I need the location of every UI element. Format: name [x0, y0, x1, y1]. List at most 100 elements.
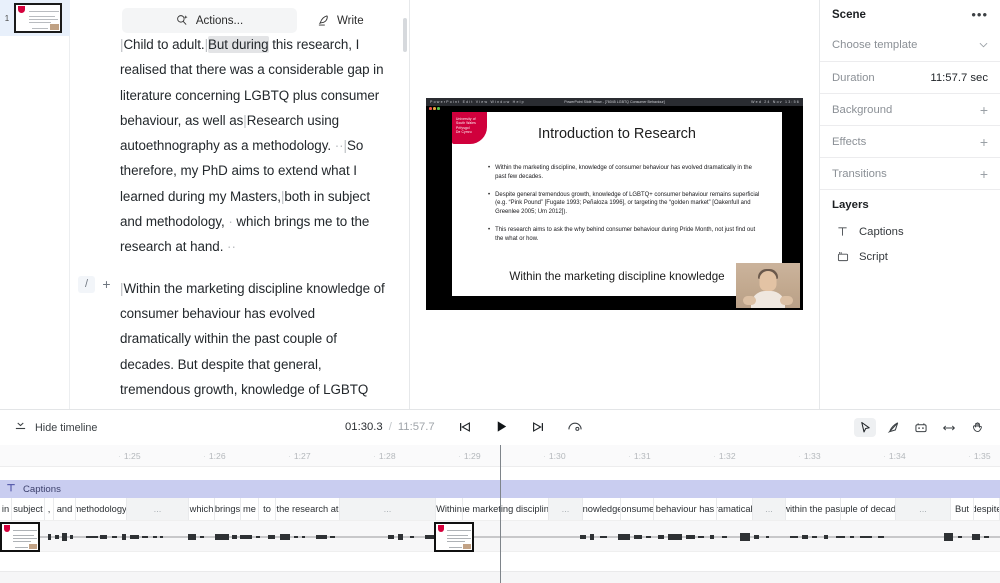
- webcam-overlay: [736, 263, 800, 308]
- text-t-icon: [6, 483, 16, 495]
- caption-word-chip[interactable]: behaviour has: [654, 498, 717, 520]
- ruler-tick: ·1:35: [968, 451, 991, 461]
- caption-word-chip[interactable]: knowledge,: [583, 498, 621, 520]
- time-separator: /: [389, 421, 392, 433]
- loop-button[interactable]: [567, 419, 583, 434]
- video-preview-pane: PowerPoint Edit View Window Help PowerPo…: [410, 0, 820, 410]
- add-block-button[interactable]: +: [98, 276, 115, 293]
- bullet-dot-icon: •: [488, 226, 490, 243]
- timeline-slide-thumbnail[interactable]: [0, 522, 40, 552]
- ruler-tick: ·1:29: [458, 451, 481, 461]
- transcript-line: Child to adult.: [123, 37, 204, 52]
- play-button[interactable]: [494, 419, 509, 434]
- hand-tool[interactable]: [966, 418, 988, 437]
- caption-word-chip[interactable]: and: [54, 498, 76, 520]
- duration-value: 11:57.7 sec: [930, 72, 988, 84]
- caption-word-chip[interactable]: couple of decades: [841, 498, 896, 520]
- caption-word-chip[interactable]: within the past: [786, 498, 841, 520]
- ruler-tick: ·1:30: [543, 451, 566, 461]
- mini-logo-icon: [18, 6, 25, 13]
- effects-label: Effects: [832, 136, 866, 148]
- transcript-editor-pane: Actions... Write: [70, 0, 410, 410]
- slide-thumbnail-1[interactable]: 1: [0, 0, 70, 36]
- skip-to-end-button[interactable]: [531, 420, 545, 434]
- caption-word-chip[interactable]: consumer: [621, 498, 654, 520]
- caption-word-chip[interactable]: in: [0, 498, 12, 520]
- caption-word-chip[interactable]: methodology,: [76, 498, 127, 520]
- caption-word-chip[interactable]: But: [951, 498, 974, 520]
- caption-word-chip[interactable]: brings: [215, 498, 241, 520]
- caption-gap-chip[interactable]: ...: [127, 498, 189, 520]
- layer-item-script[interactable]: Script: [820, 244, 1000, 269]
- add-transitions-icon[interactable]: +: [980, 166, 988, 182]
- add-background-icon[interactable]: +: [980, 102, 988, 118]
- ruler-tick: ·1:31: [628, 451, 651, 461]
- editor-scrollbar[interactable]: [403, 18, 407, 52]
- mac-status-items: Wed 24 Nov 13:56: [751, 100, 800, 104]
- ruler-tick: ·1:33: [798, 451, 821, 461]
- caption-word-chip[interactable]: me: [241, 498, 259, 520]
- slide-bullet: • This research aims to ask the why behi…: [488, 226, 760, 243]
- mini-webcam: [50, 24, 59, 30]
- timeline-slide-thumbnail[interactable]: [434, 522, 474, 552]
- chevron-down-icon: [979, 40, 988, 51]
- ruler-tick: ·1:25: [118, 451, 141, 461]
- write-button[interactable]: Write: [311, 10, 370, 31]
- slide-bullet-list: • Within the marketing discipline, knowl…: [488, 164, 760, 253]
- trim-tool[interactable]: [910, 418, 932, 437]
- effects-row[interactable]: Effects +: [820, 125, 1000, 157]
- transcript-paragraph[interactable]: / + |Within the marketing discipline kno…: [70, 276, 410, 402]
- playhead[interactable]: [500, 445, 501, 583]
- hide-timeline-button[interactable]: Hide timeline: [14, 420, 97, 435]
- magic-wand-icon: [176, 14, 189, 27]
- transcript-highlight: But during: [208, 36, 269, 53]
- actions-button[interactable]: Actions...: [122, 8, 297, 33]
- caption-word-chip[interactable]: ,: [45, 498, 54, 520]
- choose-template-row[interactable]: Choose template: [820, 29, 1000, 61]
- transcript-body[interactable]: |Child to adult.|But during this researc…: [70, 32, 410, 410]
- skip-to-start-button[interactable]: [458, 420, 472, 434]
- caption-word-chip[interactable]: Within: [436, 498, 463, 520]
- slice-tool[interactable]: [882, 418, 904, 437]
- editor-toolbar: Actions... Write: [122, 8, 370, 33]
- slide-strip: 1: [0, 0, 70, 410]
- caption-word-chip[interactable]: the research at: [276, 498, 340, 520]
- resize-tool[interactable]: [938, 418, 960, 437]
- slide-preview[interactable]: PowerPoint Edit View Window Help PowerPo…: [426, 98, 803, 310]
- caption-gap-chip[interactable]: ...: [340, 498, 436, 520]
- duration-label: Duration: [832, 72, 875, 84]
- caption-word-chip[interactable]: which: [189, 498, 215, 520]
- caption-word-chip[interactable]: to: [259, 498, 276, 520]
- background-row[interactable]: Background +: [820, 93, 1000, 125]
- video-editor-app: 1: [0, 0, 1000, 583]
- slash-command-button[interactable]: /: [78, 276, 95, 293]
- thumb-logo-icon: [438, 525, 444, 532]
- caption-word-chip[interactable]: dramatically: [717, 498, 753, 520]
- timeline-tools: [854, 418, 988, 437]
- caption-word-chip[interactable]: despite: [974, 498, 1000, 520]
- caption-gap-chip[interactable]: ...: [896, 498, 951, 520]
- choose-template-label: Choose template: [832, 39, 917, 51]
- select-tool[interactable]: [854, 418, 876, 437]
- layer-item-captions[interactable]: Captions: [820, 219, 1000, 244]
- caption-gap-chip[interactable]: ...: [549, 498, 583, 520]
- transcript-paragraph[interactable]: |Child to adult.|But during this researc…: [70, 32, 410, 260]
- timecode-display: 01:30.3 / 11:57.7: [345, 421, 435, 433]
- write-button-label: Write: [337, 15, 364, 27]
- transitions-row[interactable]: Transitions +: [820, 157, 1000, 189]
- caption-word-chip[interactable]: subject: [12, 498, 45, 520]
- bullet-text: Within the marketing discipline, knowled…: [495, 164, 760, 181]
- background-label: Background: [832, 104, 892, 116]
- caption-word-chip[interactable]: the marketing discipline: [463, 498, 549, 520]
- caption-gap-chip[interactable]: ...: [753, 498, 786, 520]
- transcript-line: Within the marketing discipline knowledg…: [123, 281, 384, 296]
- ruler-tick: ·1:28: [373, 451, 396, 461]
- slide-content: University of South Wales Prifysgol De C…: [452, 112, 782, 296]
- bullet-dot-icon: •: [488, 164, 490, 181]
- mac-window-title: PowerPoint Slide Show - [76045 LGBTQ Con…: [564, 100, 664, 104]
- add-effects-icon[interactable]: +: [980, 134, 988, 150]
- ellipsis-icon[interactable]: •••: [971, 11, 988, 19]
- webcam-face: [760, 271, 777, 291]
- layer-label: Captions: [859, 226, 904, 238]
- thumb-logo-icon: [4, 525, 10, 532]
